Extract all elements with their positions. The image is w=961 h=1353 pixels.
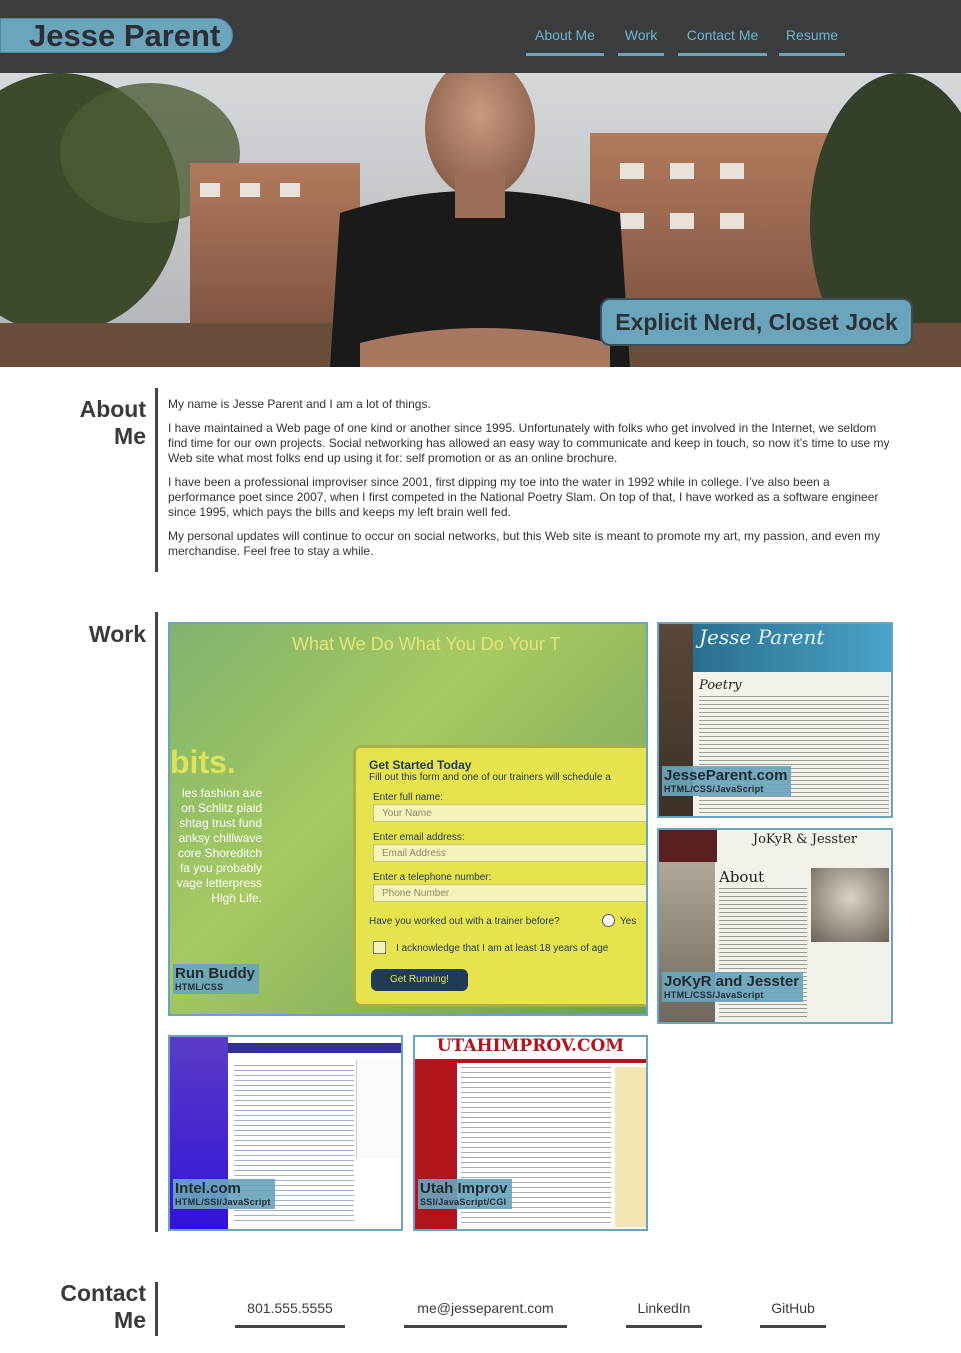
nav-about-me[interactable]: About Me	[526, 24, 604, 56]
utah-right-column	[615, 1067, 646, 1227]
contact-divider	[155, 1282, 158, 1336]
contact-title-line1: Contact	[60, 1280, 146, 1306]
jj-logo-block	[659, 830, 717, 862]
jj-banner: JoKyR & Jesster	[752, 832, 858, 847]
project-run-buddy[interactable]: What We Do What You Do Your T bits. les …	[168, 622, 648, 1016]
filler-line: anksy chillwave	[178, 831, 262, 845]
phone-label: Enter a telephone number:	[373, 872, 492, 883]
project-jokyr-jesster[interactable]: JoKyR & Jesster About JoKyR and Jesster …	[657, 828, 893, 1024]
nav-contact-me[interactable]: Contact Me	[678, 24, 767, 56]
jj-heading: About	[719, 868, 765, 886]
filler-line: High Life.	[211, 891, 262, 905]
work-divider	[155, 612, 158, 1232]
jp-banner: Jesse Parent	[693, 624, 891, 672]
nav-work[interactable]: Work	[618, 24, 664, 56]
about-paragraph: I have maintained a Web page of one kind…	[168, 421, 890, 465]
run-buddy-filler: les fashion axe on Schlitz plaid shtag t…	[170, 786, 262, 906]
about-paragraph: My personal updates will continue to occ…	[168, 529, 881, 558]
project-label: Run Buddy HTML/CSS	[173, 964, 259, 994]
email-label: Enter email address:	[373, 832, 465, 843]
filler-line: fa you probably	[179, 861, 262, 875]
project-tech: HTML/CSS/JavaScript	[664, 990, 764, 1000]
contact-github-link[interactable]: GitHub	[760, 1298, 826, 1328]
contact-phone-link[interactable]: 801.555.5555	[235, 1298, 345, 1328]
project-name: Intel.com	[175, 1180, 241, 1197]
project-tech: HTML/CSS	[175, 982, 224, 992]
about-title-line2: Me	[114, 423, 146, 449]
project-name: Run Buddy	[175, 965, 255, 982]
filler-line: shtag trust fund	[179, 816, 262, 830]
run-buddy-form: Get Started Today Fill out this form and…	[353, 745, 646, 1007]
project-label: Utah Improv SSI/JavaScript/CGI	[418, 1179, 512, 1209]
form-title: Get Started Today	[369, 758, 472, 772]
work-title: Work	[88, 621, 146, 647]
ack-checkbox	[373, 941, 386, 954]
name-label: Enter full name:	[373, 792, 444, 803]
jj-photo	[811, 868, 889, 942]
contact-title: Contact Me	[40, 1280, 146, 1334]
get-running-button: Get Running!	[371, 969, 468, 991]
project-utah-improv[interactable]: UTAHIMPROV.COM Utah Improv SSI/JavaScrip…	[413, 1035, 648, 1231]
hero-banner: Explicit Nerd, Closet Jock	[0, 73, 961, 367]
trainer-yes: Yes	[620, 916, 637, 927]
site-header: Jesse Parent About Me Work Contact Me Re…	[0, 0, 961, 73]
jp-heading: Poetry	[699, 678, 742, 693]
about-title: About Me	[60, 396, 146, 450]
ack-label: I acknowledge that I am at least 18 year…	[396, 943, 609, 954]
jp-body-text	[699, 696, 889, 814]
contact-title-line2: Me	[114, 1307, 146, 1333]
project-label: JesseParent.com HTML/CSS/JavaScript	[662, 766, 792, 796]
project-tech: HTML/CSS/JavaScript	[664, 784, 764, 794]
project-name: JoKyR and Jesster	[664, 973, 800, 990]
project-label: Intel.com HTML/SSI/JavaScript	[173, 1179, 275, 1209]
project-tech: HTML/SSI/JavaScript	[175, 1197, 271, 1207]
filler-line: core Shoreditch	[177, 846, 262, 860]
filler-line: les fashion axe	[181, 786, 262, 800]
form-subtitle: Fill out this form and one of our traine…	[369, 772, 611, 783]
contact-linkedin-link[interactable]: LinkedIn	[626, 1298, 702, 1328]
about-divider	[155, 388, 158, 572]
project-name: JesseParent.com	[664, 767, 788, 784]
phone-field: Phone Number	[373, 884, 646, 902]
about-title-line1: About	[79, 396, 146, 422]
about-paragraph: My name is Jesse Parent and I am a lot o…	[168, 397, 431, 411]
contact-email-link[interactable]: me@jesseparent.com	[404, 1298, 567, 1328]
trainer-question: Have you worked out with a trainer befor…	[369, 916, 560, 927]
nav-resume[interactable]: Resume	[779, 24, 845, 56]
utah-banner: UTAHIMPROV.COM	[415, 1037, 646, 1061]
project-tech: SSI/JavaScript/CGI	[420, 1197, 507, 1207]
project-name: Utah Improv	[420, 1180, 508, 1197]
hero-tagline: Explicit Nerd, Closet Jock	[600, 298, 913, 346]
project-jesseparent[interactable]: Jesse Parent Poetry JesseParent.com HTML…	[657, 622, 893, 818]
run-buddy-slogan: bits.	[170, 744, 236, 780]
about-text: My name is Jesse Parent and I am a lot o…	[168, 397, 898, 568]
trainer-radio	[602, 914, 615, 927]
filler-line: on Schlitz plaid	[181, 801, 262, 815]
filler-line: vage letterpress	[176, 876, 262, 890]
email-field: Email Address	[373, 844, 646, 862]
site-logo[interactable]: Jesse Parent	[0, 18, 233, 53]
name-field: Your Name	[373, 804, 646, 822]
intel-right-column	[356, 1059, 401, 1159]
project-intel[interactable]: Intel.com HTML/SSI/JavaScript	[168, 1035, 403, 1231]
about-paragraph: I have been a professional improviser si…	[168, 475, 879, 519]
intel-nav-bar	[228, 1043, 401, 1053]
project-label: JoKyR and Jesster HTML/CSS/JavaScript	[662, 972, 804, 1002]
run-buddy-nav: What We Do What You Do Your T	[292, 634, 561, 654]
